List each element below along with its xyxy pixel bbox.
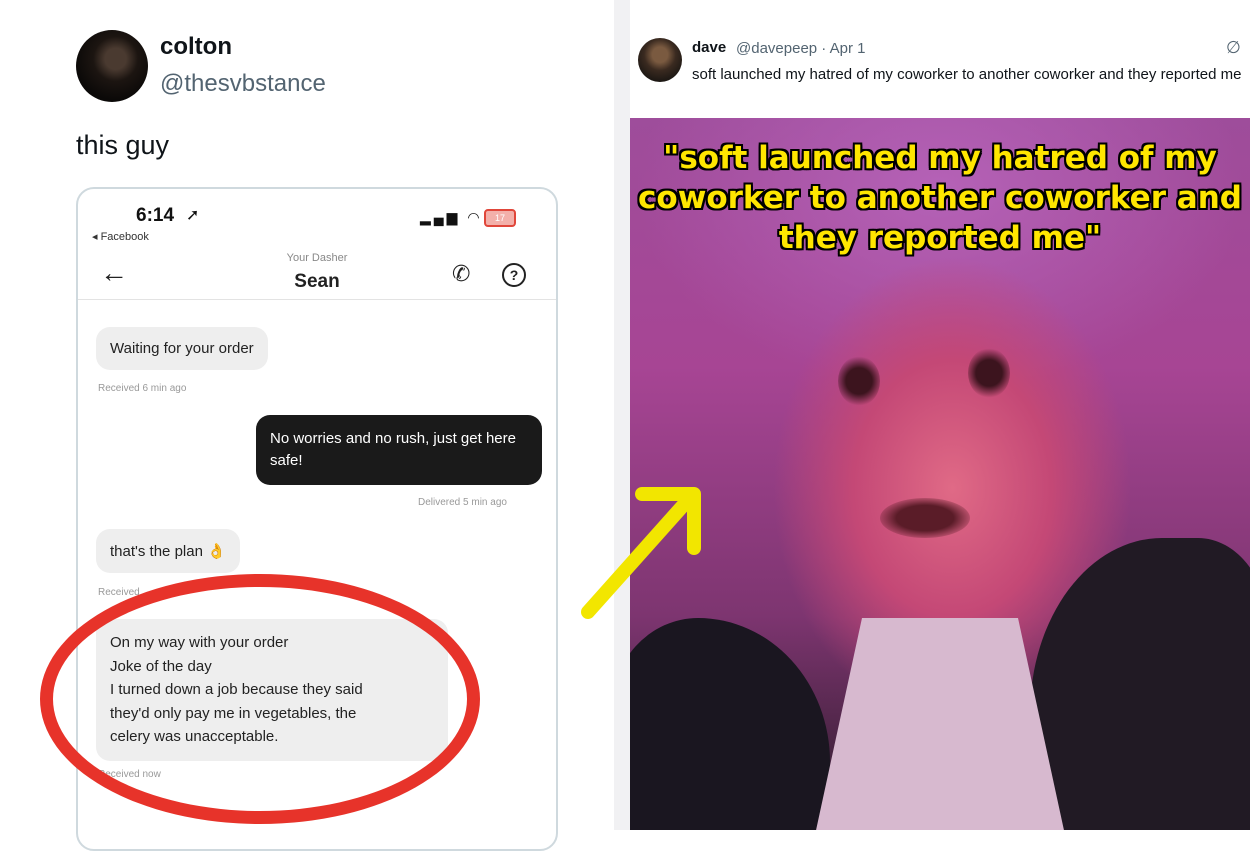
jacket-shape	[630, 618, 830, 830]
author-name[interactable]: colton	[160, 33, 232, 61]
signal-wifi-icon: ▂▄▆ ◠	[420, 209, 483, 225]
blurred-face-eye	[968, 348, 1010, 398]
avatar[interactable]	[638, 38, 682, 82]
shirt-collar-shape	[810, 618, 1070, 830]
meme-caption: "soft launched my hatred of my coworker …	[638, 140, 1242, 256]
blurred-face-mouth	[880, 498, 970, 538]
help-icon[interactable]: ?	[502, 263, 526, 287]
blurred-face-eye	[838, 356, 880, 406]
yellow-arrow-icon	[581, 487, 701, 619]
message-meta: Received 6 min ago	[98, 383, 187, 394]
left-tweet-panel: colton @thesvbstance this guy 6:14 ➚ ◂ F…	[0, 0, 614, 851]
battery-icon: 17	[484, 209, 516, 227]
message-bubble-sent: No worries and no rush, just get here sa…	[256, 415, 542, 485]
author-name[interactable]: dave	[692, 39, 726, 56]
back-to-app-link[interactable]: ◂ Facebook	[92, 230, 149, 243]
jacket-shape	[1030, 538, 1250, 830]
header-divider	[78, 299, 556, 300]
author-handle-date[interactable]: @davepeep · Apr 1	[736, 40, 865, 57]
location-arrow-icon: ➚	[186, 207, 200, 224]
message-bubble: Waiting for your order	[96, 327, 268, 370]
status-time: 6:14	[136, 205, 175, 226]
dasher-name: Sean	[294, 271, 340, 292]
message-meta: Delivered 5 min ago	[418, 497, 507, 508]
phone-call-icon[interactable]: ✆	[452, 261, 470, 287]
right-tweet-panel: dave @davepeep · Apr 1 ∅ soft launched m…	[630, 0, 1250, 830]
panel-divider	[614, 0, 630, 830]
dasher-subtitle: Your Dasher	[286, 252, 348, 264]
tweet-text: this guy	[76, 130, 170, 160]
tweet-text: soft launched my hatred of my coworker t…	[692, 66, 1242, 83]
highlight-oval	[40, 574, 480, 824]
author-handle[interactable]: @thesvbstance	[160, 70, 326, 98]
message-bubble: that's the plan 👌	[96, 529, 240, 573]
avatar[interactable]	[76, 30, 148, 102]
slashed-circle-icon: ∅	[1226, 38, 1241, 57]
